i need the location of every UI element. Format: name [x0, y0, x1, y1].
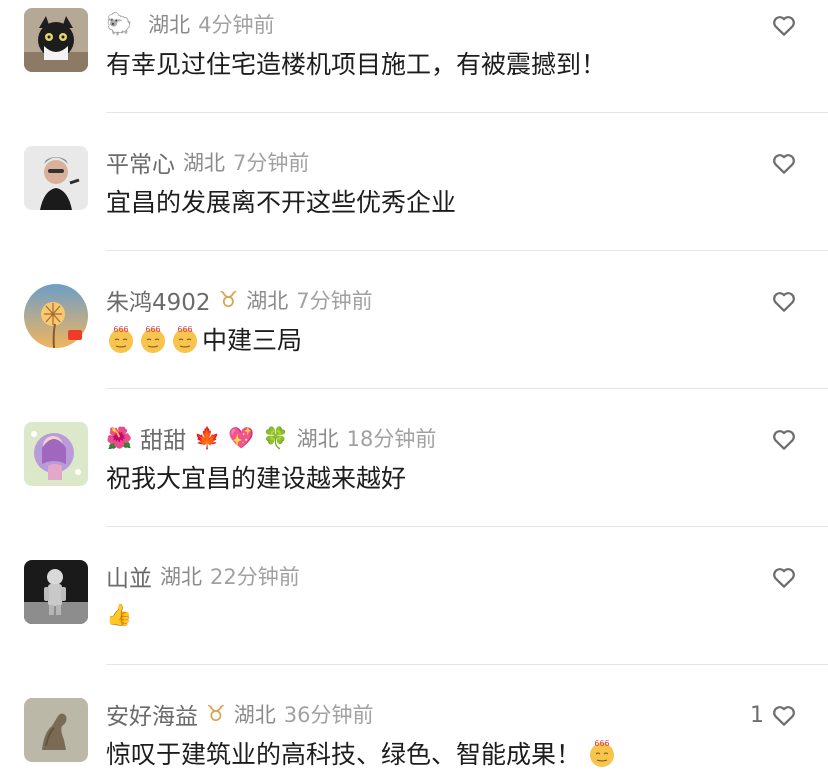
commenter-name[interactable]: 山並: [106, 559, 152, 593]
timestamp: 4分钟前: [198, 13, 275, 37]
comment-text: 有幸见过住宅造楼机项目施工，有被震撼到！: [106, 50, 607, 79]
comment-text-row: 👍: [106, 598, 132, 632]
maple-leaf-icon: 🍁: [194, 425, 221, 450]
commenter-name[interactable]: 朱鸿4902: [106, 283, 211, 317]
comment-meta: 朱鸿4902 ♉ 湖北 7分钟前: [106, 283, 373, 317]
avatar[interactable]: [24, 698, 88, 762]
location: 湖北: [296, 427, 339, 451]
timestamp: 22分钟前: [210, 565, 300, 589]
like-button[interactable]: [764, 149, 798, 177]
timestamp: 18分钟前: [346, 427, 437, 451]
comment-text: 惊叹于建筑业的高科技、绿色、智能成果！: [106, 740, 582, 769]
666-emoji-icon: 666: [106, 324, 136, 354]
thumbs-up-icon: 👍: [106, 602, 133, 627]
cat-avatar-icon: [24, 8, 88, 72]
666-emoji-icon: 666: [138, 324, 168, 354]
commenter-name[interactable]: 安好海益: [106, 697, 198, 731]
astronaut-avatar-icon: [24, 560, 88, 624]
svg-text:666: 666: [177, 325, 192, 334]
location: 湖北: [160, 565, 202, 589]
avatar[interactable]: [24, 284, 88, 348]
666-emoji-icon: 666: [170, 324, 200, 354]
comment-text: 中建三局: [202, 326, 303, 355]
svg-text:666: 666: [145, 325, 160, 334]
horse-statue-avatar-icon: [24, 698, 88, 762]
comment-meta: 平常心 湖北 7分钟前: [106, 145, 310, 179]
location: 湖北: [183, 151, 225, 175]
heart-icon: [773, 16, 795, 36]
avatar[interactable]: [24, 560, 88, 624]
commenter-name[interactable]: 平常心: [106, 145, 175, 179]
comment-meta: 安好海益 ♉ 湖北 36分钟前: [106, 697, 374, 731]
heart-icon: [773, 430, 795, 450]
avatar[interactable]: [24, 422, 88, 486]
sheep-emoji: 🐑: [106, 11, 133, 36]
666-emoji-icon: 666: [587, 738, 617, 768]
girl-avatar-icon: [24, 422, 88, 486]
timestamp: 7分钟前: [296, 289, 373, 313]
divider: [106, 388, 828, 389]
sparkling-heart-icon: 💖: [228, 425, 255, 450]
like-button[interactable]: 1: [750, 701, 798, 729]
hibiscus-icon: 🌺: [106, 425, 133, 450]
comment-text-row: 666 666 666 中建三局: [106, 322, 302, 356]
heart-icon: [773, 706, 795, 726]
comment-meta: 山並 湖北 22分钟前: [106, 559, 300, 593]
avatar[interactable]: [24, 146, 88, 210]
timestamp: 7分钟前: [233, 151, 310, 175]
location: 湖北: [148, 13, 191, 37]
heart-icon: [773, 568, 795, 588]
sunset-dandelion-avatar-icon: [24, 284, 88, 348]
heart-icon: [773, 292, 795, 312]
taurus-badge-icon: ♉: [206, 701, 226, 727]
divider: [106, 112, 828, 113]
man-avatar-icon: [24, 146, 88, 210]
like-button[interactable]: [764, 11, 798, 39]
location: 湖北: [233, 703, 276, 727]
divider: [106, 250, 828, 251]
svg-text:666: 666: [594, 739, 609, 748]
comment-text-row: 惊叹于建筑业的高科技、绿色、智能成果！ 666: [106, 736, 619, 770]
like-count: 1: [750, 702, 764, 728]
comment-text: 祝我大宜昌的建设越来越好: [106, 464, 407, 493]
four-leaf-clover-icon: 🍀: [262, 425, 289, 450]
comment-meta: 🐑 湖北 4分钟前: [106, 9, 275, 39]
like-button[interactable]: [764, 563, 798, 591]
like-button[interactable]: [764, 425, 798, 453]
timestamp: 36分钟前: [283, 703, 374, 727]
like-button[interactable]: [764, 287, 798, 315]
commenter-name[interactable]: 甜甜: [140, 421, 186, 455]
avatar[interactable]: [24, 8, 88, 72]
svg-text:666: 666: [113, 325, 128, 334]
divider: [106, 526, 828, 527]
comment-text: 宜昌的发展离不开这些优秀企业: [106, 188, 457, 217]
heart-icon: [773, 154, 795, 174]
location: 湖北: [246, 289, 289, 313]
divider: [106, 664, 828, 665]
comment-meta: 🌺 甜甜 🍁 💖 🍀 湖北 18分钟前: [106, 421, 437, 455]
taurus-badge-icon: ♉: [218, 287, 239, 313]
